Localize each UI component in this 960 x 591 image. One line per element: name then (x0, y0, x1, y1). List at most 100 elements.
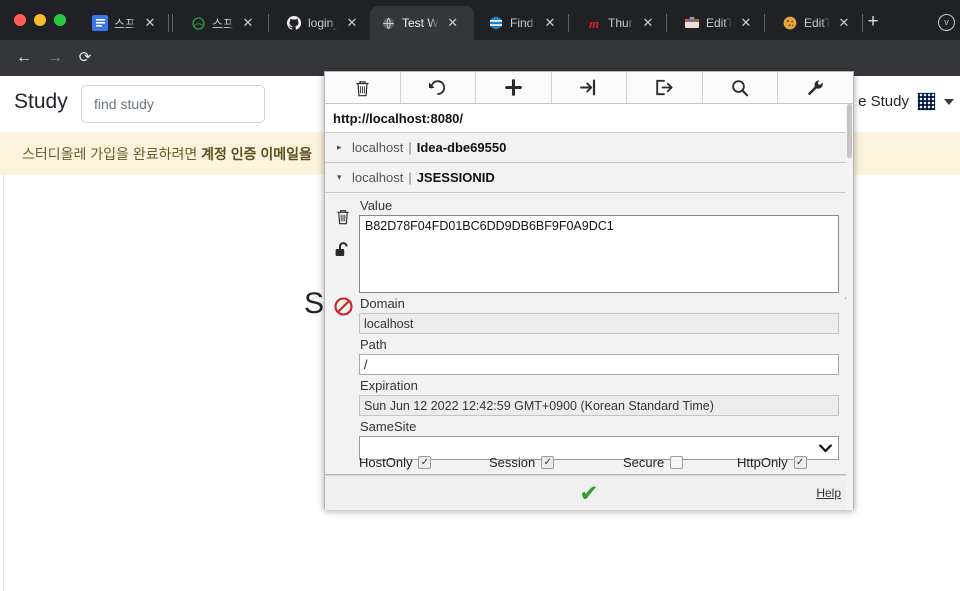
httponly-checkbox[interactable]: ✓ (793, 456, 807, 469)
cookie-list-item-1[interactable]: ▸ localhost | Idea-dbe69550 (325, 133, 853, 163)
close-icon[interactable]: ✕ (344, 15, 360, 31)
forward-button[interactable]: → (44, 47, 66, 69)
cookie-icon (782, 15, 798, 31)
green-check-icon[interactable]: ✔ (579, 481, 598, 505)
add-cookie-button[interactable] (476, 72, 552, 103)
hostonly-checkbox-group[interactable]: HostOnly ✓ (359, 455, 489, 470)
expiration-label: Expiration (360, 378, 418, 393)
restore-cookies-button[interactable] (401, 72, 477, 103)
close-icon[interactable]: ✕ (738, 15, 754, 31)
browser-tab-3[interactable]: login_u ✕ (276, 6, 364, 40)
value-label: Value (360, 198, 393, 213)
cookie-editor-popup: http://localhost:8080/ ▸ localhost | Ide… (324, 71, 854, 510)
tab-strip: 스프링과 ✕ 스프링과 ✕ login_u ✕ Test W (0, 0, 960, 40)
window-maximize-button[interactable] (54, 14, 66, 26)
webstore-icon (684, 15, 700, 31)
window-minimize-button[interactable] (34, 14, 46, 26)
browser-tab-label: Test W (402, 16, 439, 30)
browser-tab-5[interactable]: Find a ✕ (478, 6, 562, 40)
banner-text: 스터디올레 가입을 완료하려면 계정 인증 이메일을 (0, 144, 312, 164)
close-icon[interactable]: ✕ (142, 15, 158, 31)
browser-tab-7[interactable]: EditTh ✕ (674, 6, 758, 40)
browser-tab-label: EditTh (804, 16, 830, 30)
cookie-editor-footer: ✔ Help (325, 475, 853, 510)
globe-blue-icon (488, 15, 504, 31)
chevron-down-icon[interactable] (819, 443, 832, 453)
browser-tab-label: login_u (308, 16, 338, 30)
export-cookies-button[interactable] (627, 72, 703, 103)
browser-tab-8[interactable]: EditTh ✕ (772, 6, 856, 40)
reload-button[interactable]: ⟳ (74, 47, 96, 69)
qr-code-icon[interactable] (917, 92, 936, 111)
github-icon (286, 15, 302, 31)
session-label: Session (489, 455, 536, 470)
httponly-checkbox-group[interactable]: HttpOnly ✓ (737, 455, 807, 470)
help-link[interactable]: Help (816, 486, 841, 500)
medium-m-icon: m (588, 15, 600, 31)
chevron-down-icon[interactable] (944, 98, 954, 105)
cookie-editor-url: http://localhost:8080/ (325, 104, 853, 133)
chevron-down-icon[interactable]: ▾ (337, 172, 347, 183)
cookie-value-input[interactable]: B82D78F04FD01BC6DD9DB6BF9F0A9DC1 (359, 215, 839, 293)
close-icon[interactable]: ✕ (445, 15, 461, 31)
cookie-flags-row: HostOnly ✓ Session ✓ Secure HttpOnly ✓ (359, 455, 843, 470)
close-icon[interactable]: ✕ (640, 15, 656, 31)
tab-search-icon[interactable]: v (938, 14, 955, 31)
secure-checkbox[interactable] (670, 456, 684, 469)
cookie-separator: | (408, 170, 412, 185)
globe-green-icon (190, 15, 206, 31)
browser-tab-2[interactable]: 스프링과 ✕ (180, 6, 260, 40)
hostonly-checkbox[interactable]: ✓ (418, 456, 432, 469)
cookie-name: Idea-dbe69550 (416, 140, 507, 155)
window-close-button[interactable] (14, 14, 26, 26)
cookie-list-item-2-expanded[interactable]: ▾ localhost | JSESSIONID (325, 163, 853, 193)
delete-all-cookies-button[interactable] (325, 72, 401, 103)
browser-tab-1[interactable]: 스프링과 ✕ (82, 6, 162, 40)
path-label: Path (360, 337, 387, 352)
browser-chrome: 스프링과 ✕ 스프링과 ✕ login_u ✕ Test W (0, 0, 960, 113)
cookie-domain-input[interactable]: localhost (359, 313, 839, 334)
session-checkbox[interactable]: ✓ (541, 456, 555, 469)
session-checkbox-group[interactable]: Session ✓ (489, 455, 623, 470)
page-heading-fragment: S (304, 287, 325, 320)
tab-separator (172, 14, 173, 32)
options-button[interactable] (778, 72, 853, 103)
tab-separator (168, 14, 169, 32)
no-entry-icon[interactable] (333, 289, 353, 323)
cookie-separator: | (408, 140, 412, 155)
close-icon[interactable]: ✕ (542, 15, 558, 31)
open-padlock-icon[interactable] (334, 233, 352, 267)
close-icon[interactable]: ✕ (836, 15, 852, 31)
navbar-right-group: e Study (858, 92, 954, 111)
browser-tab-6[interactable]: m Thursd ✕ (576, 6, 660, 40)
popup-scrollbar[interactable] (846, 104, 853, 510)
scrollbar-thumb[interactable] (847, 104, 852, 158)
tab-separator (666, 14, 667, 32)
cookie-expiration-input[interactable]: Sun Jun 12 2022 12:42:59 GMT+0900 (Korea… (359, 395, 839, 416)
secure-label: Secure (623, 455, 665, 470)
document-blue-icon (92, 15, 108, 31)
new-tab-button[interactable]: + (862, 12, 884, 34)
browser-tab-label: EditTh (706, 16, 732, 30)
site-brand[interactable]: Study (14, 90, 68, 114)
close-icon[interactable]: ✕ (240, 15, 256, 31)
banner-text-bold: 계정 인증 이메일을 (201, 145, 312, 162)
page-left-border (3, 175, 4, 591)
banner-text-plain: 스터디올레 가입을 완료하려면 (22, 145, 202, 162)
chevron-right-icon[interactable]: ▸ (337, 142, 347, 153)
browser-tab-4-active[interactable]: Test W ✕ (370, 6, 474, 40)
browser-tab-label: Find a (510, 16, 536, 30)
delete-cookie-icon[interactable] (335, 199, 351, 233)
tab-separator (268, 14, 269, 32)
search-cookies-button[interactable] (703, 72, 779, 103)
cookie-fields: Value B82D78F04FD01BC6DD9DB6BF9F0A9DC1 D… (359, 198, 853, 460)
browser-tab-label: 스프링과 (114, 16, 136, 31)
secure-checkbox-group[interactable]: Secure (623, 455, 737, 470)
browser-tab-label: Thursd (608, 16, 634, 30)
nav-link-study[interactable]: e Study (858, 93, 909, 110)
import-cookies-button[interactable] (552, 72, 628, 103)
search-input[interactable]: find study (81, 85, 265, 123)
globe-grey-icon (380, 15, 396, 31)
back-button[interactable]: ← (13, 47, 35, 69)
cookie-path-input[interactable]: / (359, 354, 839, 375)
